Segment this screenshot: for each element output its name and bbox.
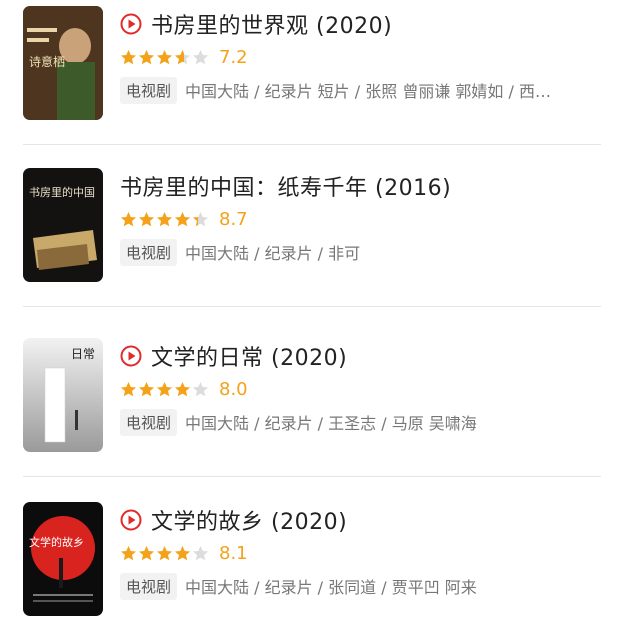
star-icon — [120, 381, 137, 396]
divider — [23, 476, 601, 477]
poster-caption: 书房里的中国 — [29, 185, 95, 199]
star-icon — [120, 545, 137, 560]
item-meta: 中国大陆 / 纪录片 短片 / 张照 曾丽谦 郭婧如 / 西… — [185, 82, 551, 101]
item-meta: 中国大陆 / 纪录片 / 非可 — [185, 244, 361, 263]
rating-score: 8.7 — [219, 208, 248, 230]
star-icon — [156, 381, 173, 396]
rating-score: 8.0 — [219, 378, 248, 400]
star-icon — [192, 545, 209, 560]
rating-score: 7.2 — [219, 46, 248, 68]
star-icon — [174, 381, 191, 396]
star-icon — [138, 381, 155, 396]
rating-stars — [120, 381, 210, 398]
star-icon — [174, 211, 191, 226]
poster-caption: 日常 — [71, 347, 95, 361]
rating-stars — [120, 545, 210, 562]
type-badge: 电视剧 — [120, 76, 178, 104]
type-badge: 电视剧 — [120, 572, 178, 600]
divider — [23, 306, 601, 307]
poster-caption: 文学的故乡 — [29, 535, 84, 549]
play-icon[interactable] — [120, 345, 142, 367]
star-icon — [156, 49, 173, 64]
star-icon — [192, 211, 209, 226]
item-title[interactable]: 书房里的世界观 (2020) — [151, 8, 392, 40]
poster-image[interactable]: 文学的故乡 — [23, 502, 103, 616]
result-list: 诗意栖 书房里的世界观 (2020) 7.2 电视剧 中国大陆 / 纪录片 短片… — [0, 0, 625, 618]
star-icon — [138, 49, 155, 64]
play-icon[interactable] — [120, 509, 142, 531]
star-icon — [156, 211, 173, 226]
rating-stars — [120, 211, 210, 228]
type-badge: 电视剧 — [120, 238, 178, 266]
item-title[interactable]: 文学的日常 (2020) — [151, 340, 347, 372]
star-icon — [192, 381, 209, 396]
star-icon — [192, 49, 209, 64]
star-icon — [174, 545, 191, 560]
type-badge: 电视剧 — [120, 408, 178, 436]
star-icon — [156, 545, 173, 560]
item-meta: 中国大陆 / 纪录片 / 张同道 / 贾平凹 阿来 — [185, 578, 477, 597]
star-icon — [174, 49, 191, 64]
rating-score: 8.1 — [219, 542, 248, 564]
star-icon — [138, 211, 155, 226]
play-icon[interactable] — [120, 13, 142, 35]
item-title[interactable]: 书房里的中国：纸寿千年 (2016) — [120, 170, 451, 202]
poster-image[interactable]: 书房里的中国 — [23, 168, 103, 282]
star-icon — [120, 211, 137, 226]
item-meta: 中国大陆 / 纪录片 / 王圣志 / 马原 吴啸海 — [185, 414, 477, 433]
poster-image[interactable]: 日常 — [23, 338, 103, 452]
divider — [23, 144, 601, 145]
poster-image[interactable]: 诗意栖 — [23, 6, 103, 120]
star-icon — [120, 49, 137, 64]
rating-stars — [120, 49, 210, 66]
poster-caption: 诗意栖 — [29, 54, 65, 69]
item-title[interactable]: 文学的故乡 (2020) — [151, 504, 347, 536]
star-icon — [138, 545, 155, 560]
